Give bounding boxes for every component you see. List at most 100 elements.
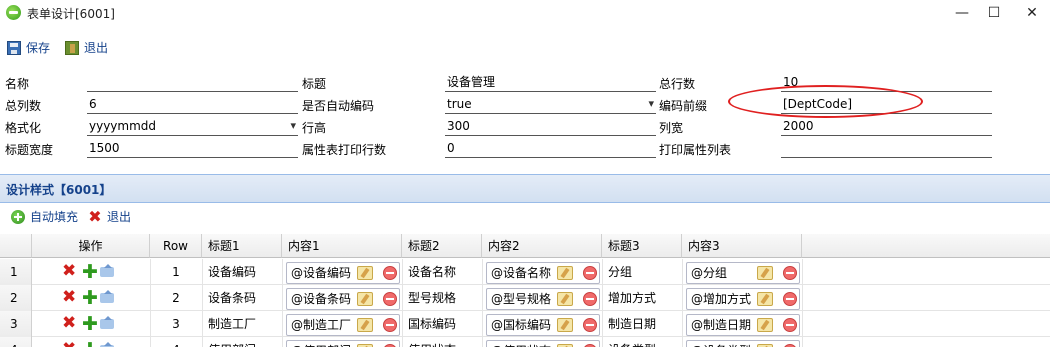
title3-cell[interactable]: 制造日期	[602, 311, 682, 337]
remove-icon[interactable]	[783, 318, 797, 332]
content2-field[interactable]: @国标编码	[486, 314, 600, 336]
remove-icon[interactable]	[583, 266, 597, 280]
row-ops: ✖✚	[62, 313, 122, 335]
auto-code-label: 是否自动编码	[302, 99, 375, 113]
name-field[interactable]	[87, 73, 298, 92]
content2-field[interactable]: @使用状态	[486, 340, 600, 347]
col-width-field[interactable]: 2000	[781, 117, 992, 136]
content3-field[interactable]: @分组	[686, 262, 800, 284]
content1-field[interactable]: @设备条码	[286, 288, 400, 310]
delete-row-icon[interactable]: ✖	[62, 339, 76, 347]
remove-icon[interactable]	[383, 318, 397, 332]
edit-icon[interactable]	[557, 266, 573, 280]
col-width-label: 列宽	[659, 121, 684, 135]
title-width-label: 标题宽度	[5, 143, 54, 157]
move-row-icon[interactable]	[100, 264, 114, 277]
grid-header-content2: 内容2	[482, 234, 602, 258]
edit-icon[interactable]	[757, 318, 773, 332]
edit-icon[interactable]	[557, 318, 573, 332]
delete-row-icon[interactable]: ✖	[62, 287, 76, 307]
remove-icon[interactable]	[583, 318, 597, 332]
row-number: 3	[0, 311, 32, 337]
col-divider	[150, 311, 151, 337]
title-width-field[interactable]: 1500	[87, 139, 298, 158]
content-text[interactable]: @设备条码	[291, 289, 353, 309]
maximize-button[interactable]: ☐	[976, 2, 1012, 24]
content1-field[interactable]: @制造工厂	[286, 314, 400, 336]
total-rows-label: 总行数	[659, 77, 696, 91]
edit-icon[interactable]	[357, 266, 373, 280]
content1-field[interactable]: @使用部门	[286, 340, 400, 347]
print-rows-field[interactable]: 0	[445, 139, 656, 158]
row-height-field[interactable]: 300	[445, 117, 656, 136]
content-text[interactable]: @国标编码	[491, 315, 553, 335]
title-field[interactable]: 设备管理	[445, 73, 656, 92]
auto-code-select[interactable]: true	[445, 95, 656, 114]
title2-cell[interactable]: 使用状态	[402, 337, 482, 347]
format-select[interactable]: yyyymmdd	[87, 117, 298, 136]
add-row-icon[interactable]: ✚	[82, 261, 98, 283]
content-text[interactable]: @型号规格	[491, 289, 553, 309]
remove-icon[interactable]	[583, 292, 597, 306]
grid-header-row: Row	[150, 234, 202, 258]
content-text[interactable]: @使用部门	[291, 341, 353, 347]
content2-field[interactable]: @型号规格	[486, 288, 600, 310]
edit-icon[interactable]	[557, 292, 573, 306]
edit-icon[interactable]	[757, 266, 773, 280]
close-button[interactable]: ✕	[1014, 2, 1050, 24]
title3-cell[interactable]: 分组	[602, 259, 682, 285]
remove-icon[interactable]	[383, 266, 397, 280]
print-cols-field[interactable]	[781, 139, 992, 158]
title2-cell[interactable]: 型号规格	[402, 285, 482, 311]
content3-field[interactable]: @制造日期	[686, 314, 800, 336]
content2-field[interactable]: @设备名称	[486, 262, 600, 284]
content-text[interactable]: @使用状态	[491, 341, 553, 347]
title2-cell[interactable]: 国标编码	[402, 311, 482, 337]
col-divider	[602, 311, 603, 337]
window-titlebar: 表单设计[6001] — ☐ ✕	[0, 0, 1050, 26]
title1-cell[interactable]: 制造工厂	[202, 311, 282, 337]
remove-icon[interactable]	[783, 292, 797, 306]
move-row-icon[interactable]	[100, 316, 114, 329]
title2-cell[interactable]: 设备名称	[402, 259, 482, 285]
move-row-icon[interactable]	[100, 290, 114, 303]
save-icon	[7, 41, 21, 55]
col-divider	[202, 285, 203, 311]
delete-row-icon[interactable]: ✖	[62, 313, 76, 333]
add-row-icon[interactable]: ✚	[82, 339, 98, 347]
edit-icon[interactable]	[357, 292, 373, 306]
title1-cell[interactable]: 设备编码	[202, 259, 282, 285]
title3-cell[interactable]: 设备类型	[602, 337, 682, 347]
edit-icon[interactable]	[757, 292, 773, 306]
content-text[interactable]: @制造工厂	[291, 315, 353, 335]
close-x-icon: ✖	[88, 207, 102, 226]
panel-exit-label: 退出	[107, 210, 132, 224]
panel-toolbar: 自动填充 ✖ 退出	[0, 206, 1050, 228]
panel-title: 设计样式【6001】	[6, 183, 112, 197]
add-row-icon[interactable]: ✚	[82, 313, 98, 335]
remove-icon[interactable]	[383, 292, 397, 306]
col-divider	[402, 311, 403, 337]
add-row-icon[interactable]: ✚	[82, 287, 98, 309]
content1-field[interactable]: @设备编码	[286, 262, 400, 284]
minimize-button[interactable]: —	[944, 2, 980, 24]
title1-cell[interactable]: 设备条码	[202, 285, 282, 311]
content-text[interactable]: @设备编码	[291, 263, 353, 283]
content-text[interactable]: @分组	[691, 263, 753, 283]
content3-field[interactable]: @增加方式	[686, 288, 800, 310]
col-divider	[282, 311, 283, 337]
edit-icon[interactable]	[357, 318, 373, 332]
content-text[interactable]: @增加方式	[691, 289, 753, 309]
col-divider	[602, 337, 603, 347]
remove-icon[interactable]	[783, 266, 797, 280]
total-cols-field[interactable]: 6	[87, 95, 298, 114]
content-text[interactable]: @设备类型	[691, 341, 753, 347]
content-text[interactable]: @设备名称	[491, 263, 553, 283]
col-divider	[150, 285, 151, 311]
content-text[interactable]: @制造日期	[691, 315, 753, 335]
title1-cell[interactable]: 使用部门	[202, 337, 282, 347]
delete-row-icon[interactable]: ✖	[62, 261, 76, 281]
content3-field[interactable]: @设备类型	[686, 340, 800, 347]
title3-cell[interactable]: 增加方式	[602, 285, 682, 311]
row-height-label: 行高	[302, 121, 327, 135]
